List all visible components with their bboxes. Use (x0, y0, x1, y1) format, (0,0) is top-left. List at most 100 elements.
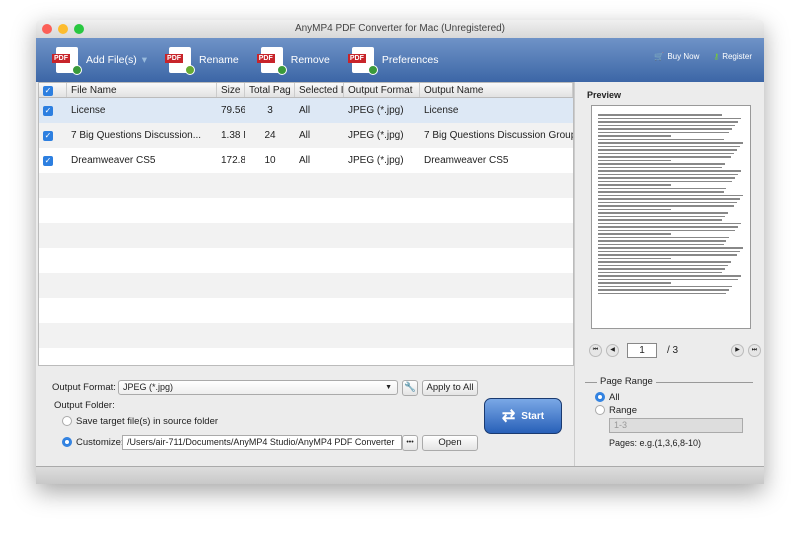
chevron-down-icon: ▼ (385, 381, 392, 394)
table-header: ✓ File Name Size Total Pag Selected I Ou… (39, 83, 573, 98)
range-all-label: All (609, 392, 620, 403)
empty-row (39, 248, 573, 273)
add-files-button[interactable]: PDF Add File(s) ▾ (56, 47, 147, 73)
row-checkbox[interactable]: ✓ (39, 155, 67, 166)
table-row[interactable]: ✓License79.56 KB3AllJPEG (*.jpg)License (39, 98, 573, 123)
toolbar: PDFAdd File(s)▾ PDFRename PDFRemove PDFP… (36, 38, 764, 82)
text-line (598, 160, 671, 162)
close-button[interactable] (42, 24, 52, 34)
range-input[interactable]: 1-3 (609, 418, 743, 433)
settings-button[interactable]: 🔧 (402, 380, 418, 396)
rename-button[interactable]: PDF Rename (169, 47, 239, 73)
text-line (598, 181, 732, 183)
next-page-icon[interactable]: ▶ (731, 344, 744, 357)
buy-now-link[interactable]: 🛒Buy Now (654, 52, 699, 61)
row-checkbox[interactable]: ✓ (39, 130, 67, 141)
text-line (598, 223, 741, 225)
source-folder-radio[interactable]: Save target file(s) in source folder (62, 416, 218, 427)
output-path-field[interactable]: /Users/air-711/Documents/AnyMP4 Studio/A… (122, 435, 402, 450)
last-page-icon[interactable]: ⏭ (748, 344, 761, 357)
text-line (598, 268, 725, 270)
text-line (598, 114, 722, 116)
text-line (598, 153, 734, 155)
text-line (598, 202, 737, 204)
text-line (598, 156, 731, 158)
add-pdf-icon: PDF (56, 47, 78, 73)
rename-label: Rename (199, 54, 239, 66)
prev-page-icon[interactable]: ◀ (606, 344, 619, 357)
text-line (598, 174, 738, 176)
col-selected-pages[interactable]: Selected I (295, 83, 344, 97)
add-files-label: Add File(s) (86, 54, 137, 66)
page-total: / 3 (667, 345, 727, 356)
file-size: 1.38 MB (217, 130, 245, 141)
zoom-button[interactable] (74, 24, 84, 34)
text-line (598, 125, 735, 127)
range-hint: Pages: e.g.(1,3,6,8-10) (609, 438, 701, 448)
file-table: ✓ File Name Size Total Pag Selected I Ou… (38, 82, 574, 366)
selected-pages: All (295, 130, 344, 141)
text-line (598, 135, 671, 137)
text-line (598, 177, 735, 179)
text-line (598, 251, 740, 253)
range-all-radio[interactable]: All (595, 392, 620, 403)
window-title: AnyMP4 PDF Converter for Mac (Unregister… (295, 23, 505, 34)
col-file-name[interactable]: File Name (67, 83, 217, 97)
empty-row (39, 223, 573, 248)
table-row[interactable]: ✓7 Big Questions Discussion...1.38 MB24A… (39, 123, 573, 148)
table-row[interactable]: ✓Dreamweaver CS5172.87 KB10AllJPEG (*.jp… (39, 148, 573, 173)
rename-pdf-icon: PDF (169, 47, 191, 73)
open-folder-button[interactable]: Open (422, 435, 478, 451)
text-line (598, 212, 728, 214)
range-custom-radio[interactable]: Range (595, 405, 637, 416)
customize-radio[interactable]: Customize: (62, 437, 124, 448)
text-line (598, 146, 740, 148)
minimize-button[interactable] (58, 24, 68, 34)
col-output-format[interactable]: Output Format (344, 83, 420, 97)
output-format: JPEG (*.jpg) (344, 105, 420, 116)
file-size: 79.56 KB (217, 105, 245, 116)
remove-button[interactable]: PDFRemove (261, 47, 330, 73)
col-size[interactable]: Size (217, 83, 245, 97)
text-line (598, 188, 726, 190)
preferences-label: Preferences (382, 54, 439, 66)
text-line (598, 163, 725, 165)
status-bar (36, 466, 764, 484)
col-total-pages[interactable]: Total Pag (245, 83, 295, 97)
file-name: Dreamweaver CS5 (67, 155, 217, 166)
buy-now-label: Buy Now (667, 52, 699, 61)
preferences-button[interactable]: PDFPreferences (352, 47, 439, 73)
first-page-icon[interactable]: ⏮ (589, 344, 602, 357)
output-format: JPEG (*.jpg) (344, 130, 420, 141)
text-line (598, 233, 671, 235)
text-line (598, 167, 722, 169)
page-number-input[interactable]: 1 (627, 343, 657, 358)
text-line (598, 142, 743, 144)
title-bar: AnyMP4 PDF Converter for Mac (Unregister… (36, 20, 764, 38)
register-label: Register (722, 52, 752, 61)
apply-to-all-button[interactable]: Apply to All (422, 380, 478, 396)
remove-pdf-icon: PDF (261, 47, 283, 73)
register-link[interactable]: ⚷Register (713, 52, 752, 61)
text-line (598, 279, 738, 281)
start-button[interactable]: ⇄Start (484, 398, 562, 434)
text-line (598, 216, 725, 218)
text-line (598, 209, 671, 211)
text-line (598, 219, 722, 221)
col-output-name[interactable]: Output Name (420, 83, 573, 97)
text-line (598, 258, 671, 260)
file-name: 7 Big Questions Discussion... (67, 130, 217, 141)
select-all-checkbox[interactable]: ✓ (39, 83, 67, 97)
text-line (598, 265, 728, 267)
preview-panel: Preview ⏮ ◀ 1 / 3 ▶ ⏭ 🗎 🗐 Page Range All… (574, 82, 764, 466)
browse-button[interactable]: ••• (402, 435, 418, 451)
source-folder-label: Save target file(s) in source folder (76, 416, 218, 427)
text-line (598, 121, 738, 123)
customize-label: Customize: (76, 437, 124, 448)
text-line (598, 275, 741, 277)
row-checkbox[interactable]: ✓ (39, 105, 67, 116)
output-format-select[interactable]: JPEG (*.jpg)▼ (118, 380, 398, 395)
dropdown-arrow-icon[interactable]: ▾ (142, 54, 147, 66)
page-range-title: Page Range (597, 376, 656, 387)
text-line (598, 139, 724, 141)
